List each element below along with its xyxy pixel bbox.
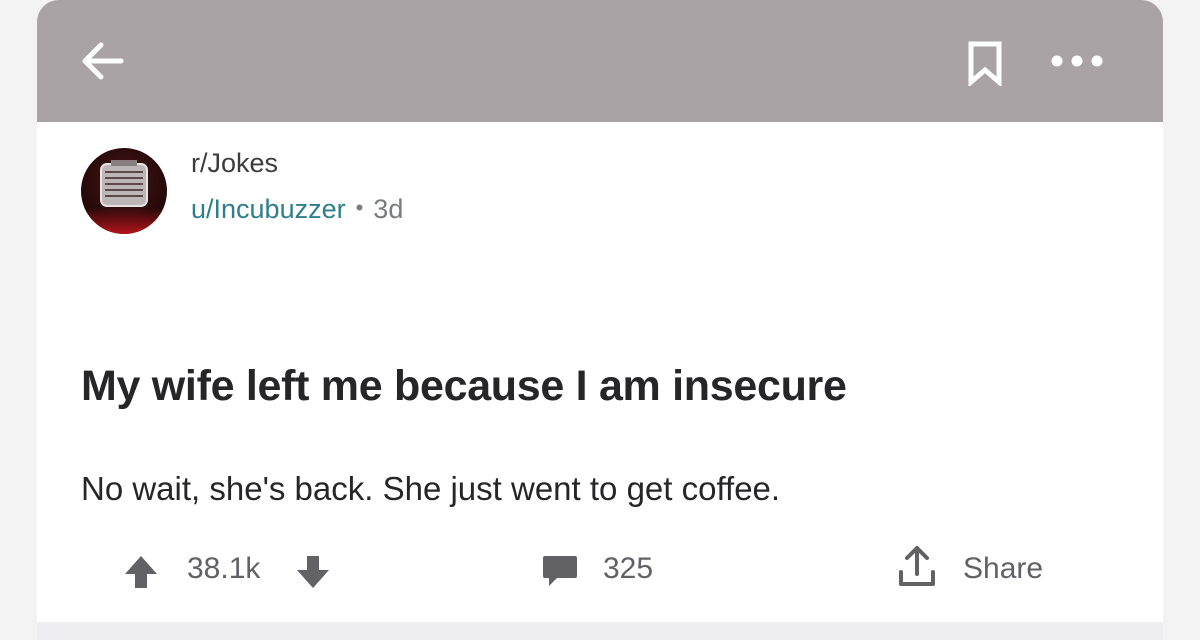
more-options-button[interactable] xyxy=(1047,46,1107,76)
comment-bubble-icon xyxy=(543,556,577,586)
meta-separator: • xyxy=(355,195,364,220)
post-header: r/Jokes u/Incubuzzer • 3d xyxy=(81,144,681,244)
subreddit-avatar[interactable] xyxy=(81,148,167,234)
author-link[interactable]: u/Incubuzzer xyxy=(191,194,346,224)
bottom-divider xyxy=(37,622,1163,640)
arrow-left-icon xyxy=(82,42,124,80)
back-button[interactable] xyxy=(77,38,129,84)
bookmark-button[interactable] xyxy=(965,40,1005,88)
share-button[interactable]: Share xyxy=(897,544,1117,594)
post-action-bar: 38.1k 325 Share xyxy=(37,540,1163,600)
upvote-button[interactable] xyxy=(121,554,161,590)
vote-score: 38.1k xyxy=(187,552,261,585)
subreddit-link[interactable]: r/Jokes xyxy=(191,148,278,179)
share-label: Share xyxy=(963,552,1044,585)
share-upload-icon xyxy=(899,546,935,586)
downvote-button[interactable] xyxy=(293,554,333,590)
post-meta: u/Incubuzzer • 3d xyxy=(191,194,403,225)
top-app-bar xyxy=(37,0,1163,122)
post-age: 3d xyxy=(373,194,404,224)
comment-count: 325 xyxy=(603,552,654,585)
upvote-arrow-icon xyxy=(125,556,157,588)
bookmark-icon xyxy=(968,41,1002,88)
downvote-arrow-icon xyxy=(297,556,329,588)
microphone-icon xyxy=(100,160,148,207)
more-options-icon xyxy=(1051,55,1103,67)
post-body: No wait, she's back. She just went to ge… xyxy=(81,470,781,507)
post-title: My wife left me because I am insecure xyxy=(81,362,847,410)
post-screen: r/Jokes u/Incubuzzer • 3d My wife left me … xyxy=(37,0,1163,640)
